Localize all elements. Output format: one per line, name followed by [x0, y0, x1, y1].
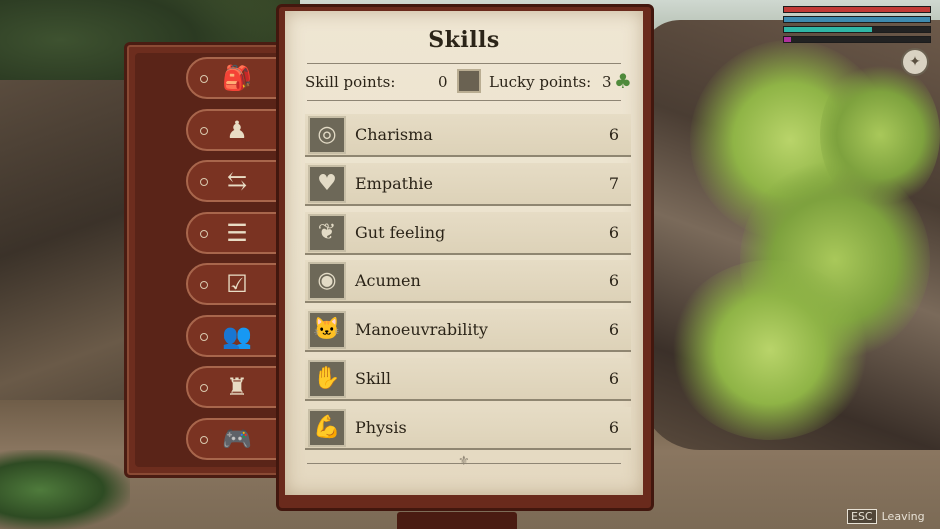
health-bar	[783, 6, 931, 13]
ivy	[820, 60, 940, 210]
backpack-icon: 🎒	[222, 64, 252, 92]
skill-points-label: Skill points:	[305, 73, 396, 91]
skill-row-skill[interactable]: ✋ Skill 6	[305, 358, 631, 401]
signpost-icon: ⇆	[226, 167, 248, 195]
skills-panel: Skills Skill points: 0 Lucky points: 3 ♣…	[285, 11, 643, 495]
tab-radio-dot	[200, 178, 208, 186]
tab-radio-dot	[200, 435, 208, 444]
skill-value: 7	[608, 173, 619, 193]
muscle-icon: 💪	[308, 408, 346, 447]
skill-row-empathie[interactable]: ♥ Empathie 7	[305, 162, 631, 206]
status-bars	[783, 6, 931, 46]
energy-bar	[783, 26, 931, 33]
tab-radio-dot	[200, 75, 208, 83]
skill-name: Empathie	[355, 173, 433, 193]
skill-name: Charisma	[355, 125, 433, 144]
ivy	[670, 260, 870, 440]
esc-hint[interactable]: ESC Leaving	[847, 509, 925, 524]
book-bottom-tab	[397, 512, 517, 529]
menu-tab-backpack[interactable]: 🎒	[186, 57, 281, 99]
menu-tab-panel	[124, 42, 294, 478]
menu-tab-quest-checkmark[interactable]: ☑	[186, 263, 281, 305]
skill-points-value: 0	[438, 73, 448, 91]
eye-icon: ◉	[308, 262, 346, 301]
skill-name: Manoeuvrability	[355, 320, 488, 340]
skill-value: 6	[608, 125, 619, 144]
page-title: Skills	[428, 27, 500, 53]
compass-icon: ✦	[901, 48, 929, 76]
cat-icon: 🐱	[308, 311, 346, 350]
quest-checkmark-icon: ☑	[226, 270, 248, 298]
group-icon: 👥	[222, 321, 252, 350]
skill-value: 6	[608, 222, 619, 242]
esc-label: Leaving	[881, 510, 925, 523]
flourish-icon: ⚜	[458, 454, 470, 469]
divider	[307, 100, 621, 101]
skill-row-charisma[interactable]: ◎ Charisma 6	[305, 114, 631, 157]
character-icon: ♟	[226, 115, 248, 144]
menu-tab-checklist[interactable]: ☰	[186, 211, 281, 254]
skill-name: Physis	[355, 417, 407, 437]
stamina-bar	[783, 16, 931, 23]
menu-tab-signpost[interactable]: ⇆	[186, 160, 281, 202]
stomach-icon: ❦	[308, 213, 346, 252]
skill-row-physis[interactable]: 💪 Physis 6	[305, 406, 631, 450]
divider	[307, 63, 621, 64]
clover-icon: ♣	[614, 69, 632, 93]
menu-tab-chef[interactable]: ♜	[186, 366, 281, 408]
tab-radio-dot	[200, 281, 208, 289]
skill-value: 6	[608, 369, 619, 388]
nourishment-bar	[783, 36, 931, 43]
skill-value: 6	[608, 271, 619, 291]
menu-tab-character[interactable]: ♟	[186, 108, 281, 151]
skill-value: 6	[608, 417, 619, 437]
skill-value: 6	[608, 320, 619, 340]
skill-name: Gut feeling	[355, 222, 446, 242]
plant	[0, 450, 130, 529]
skill-point-icon	[457, 69, 481, 93]
tab-radio-dot	[200, 126, 208, 135]
tab-radio-dot	[200, 384, 208, 392]
heart-icon: ♥	[308, 164, 346, 203]
tab-radio-dot	[200, 229, 208, 238]
skill-name: Acumen	[355, 271, 421, 291]
skill-row-manoeuvrability[interactable]: 🐱 Manoeuvrability 6	[305, 309, 631, 353]
tab-radio-dot	[200, 332, 208, 341]
charisma-icon: ◎	[308, 116, 346, 154]
chef-icon: ♜	[226, 373, 248, 401]
gamepad-icon: 🎮	[222, 424, 252, 453]
skill-row-gut-feeling[interactable]: ❦ Gut feeling 6	[305, 211, 631, 255]
checklist-icon: ☰	[226, 218, 248, 247]
esc-key: ESC	[847, 509, 877, 524]
skill-row-acumen[interactable]: ◉ Acumen 6	[305, 260, 631, 304]
menu-tab-gamepad[interactable]: 🎮	[186, 417, 281, 460]
hand-icon: ✋	[308, 360, 346, 398]
lucky-points-value: 3	[602, 73, 612, 91]
skill-name: Skill	[355, 369, 392, 388]
menu-tab-group[interactable]: 👥	[186, 314, 281, 357]
lucky-points-label: Lucky points:	[489, 73, 592, 91]
